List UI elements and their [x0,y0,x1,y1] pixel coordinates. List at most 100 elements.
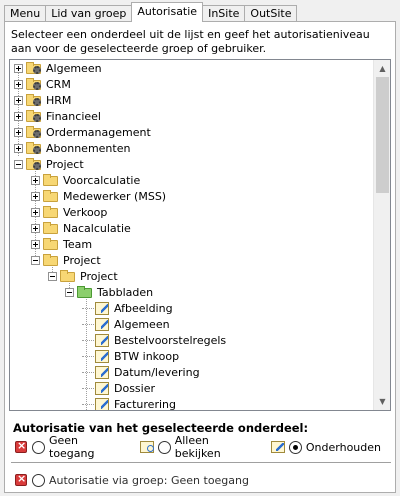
tree-item[interactable]: Algemeen [14,60,102,76]
radio-alleen-bekijken[interactable] [157,440,171,454]
no-access-icon [13,472,29,487]
collapse-minus-icon[interactable] [48,271,57,281]
tree-item-label: Verkoop [63,205,108,219]
tree-item-label: Team [63,237,93,251]
tree-item[interactable]: Project [14,156,84,172]
tree-item-label: Ordermanagement [46,125,151,139]
authorization-tree[interactable]: Algemeen CRM HRM Financieel Ordermanagement A… [9,59,391,411]
divider [11,462,391,464]
expand-plus-icon[interactable] [31,175,40,185]
collapse-minus-icon[interactable] [65,287,74,297]
expand-plus-icon[interactable] [31,239,40,249]
tab-menu[interactable]: Menu [4,5,47,22]
folder-icon [43,205,59,219]
scroll-down-arrow-icon[interactable]: ▼ [374,393,390,410]
expand-plus-icon[interactable] [31,191,40,201]
tree-item[interactable]: Voorcalculatie [31,172,140,188]
folder-icon [43,237,59,251]
tree-connector [82,371,94,373]
expand-plus-icon[interactable] [14,127,23,137]
tree-item[interactable]: HRM [14,92,71,108]
option-alleen-bekijken[interactable]: Alleen bekijken [139,434,256,460]
tree-item-label: Voorcalculatie [63,173,141,187]
scrollbar-thumb[interactable] [376,77,389,193]
edit-page-icon [94,365,110,379]
tree-vertical-scrollbar[interactable]: ▲ ▼ [373,60,390,410]
tree-item-label: Project [80,269,118,283]
expand-plus-icon[interactable] [14,79,23,89]
tab-insite[interactable]: InSite [202,5,246,22]
option-geen-toegang[interactable]: Geen toegang [13,434,125,460]
expand-plus-icon[interactable] [14,111,23,121]
tree-item[interactable]: Project [31,252,101,268]
edit-page-icon [94,317,110,331]
instructions-text: Selecteer een onderdeel uit de lijst en … [11,28,370,55]
tree-item[interactable]: Team [31,236,92,252]
collapse-minus-icon[interactable] [14,159,23,169]
option-label: Alleen bekijken [174,434,221,460]
tab-outsite[interactable]: OutSite [244,5,298,22]
tree-item-label: CRM [46,77,71,91]
tree-item-label: Financieel [46,109,101,123]
option-onderhouden[interactable]: Onderhouden [270,440,381,454]
edit-page-icon [94,301,110,315]
scroll-up-arrow-icon[interactable]: ▲ [374,60,390,77]
tree-connector [82,307,94,309]
gear-folder-icon [26,157,42,171]
tree-item[interactable]: Dossier [82,380,155,396]
tree-item-label: Facturering [114,397,176,411]
tree-item[interactable]: Ordermanagement [14,124,151,140]
edit-page-icon [94,381,110,395]
tree-item[interactable]: Project [48,268,118,284]
tree-item[interactable]: Nacalculatie [31,220,131,236]
tree-item[interactable]: Medewerker (MSS) [31,188,166,204]
collapse-minus-icon[interactable] [31,255,40,265]
tab-lid-van-groep[interactable]: Lid van groep [45,5,133,22]
radio-via-groep[interactable] [32,473,45,487]
radio-geen-toegang[interactable] [32,440,45,454]
tree-item[interactable]: Financieel [14,108,101,124]
expand-plus-icon[interactable] [31,207,40,217]
expand-plus-icon[interactable] [31,223,40,233]
gear-folder-icon [26,125,42,139]
tree-item[interactable]: Afbeelding [82,300,173,316]
tree-item-label: Dossier [114,381,156,395]
tree-item[interactable]: Datum/levering [82,364,200,380]
tree-connector [82,355,94,357]
tree-item-label: Project [63,253,101,267]
radio-onderhouden[interactable] [288,440,302,454]
expand-plus-icon[interactable] [14,143,23,153]
tree-item[interactable]: Verkoop [31,204,107,220]
tree-item-label: Nacalculatie [63,221,131,235]
tree-item[interactable]: Facturering [82,396,176,410]
folder-icon [43,221,59,235]
folder-icon [43,173,59,187]
option-label: Autorisatie via groep: Geen toegang [49,473,249,487]
folder-icon [43,253,59,267]
expand-plus-icon[interactable] [14,95,23,105]
edit-icon [270,440,286,454]
authorization-options: Geen toegang Alleen bekijken Onderhouden [13,434,395,460]
tree-item-label: Algemeen [114,317,170,331]
tree-item[interactable]: CRM [14,76,71,92]
tree-item[interactable]: Bestelvoorstelregels [82,332,226,348]
edit-page-icon [94,333,110,347]
tree-item-label: Abonnementen [46,141,131,155]
tree-item-label: BTW inkoop [114,349,180,363]
folder-icon [60,269,76,283]
edit-page-icon [94,397,110,410]
tree-item-label: Afbeelding [114,301,173,315]
tree-connector [82,403,94,405]
tab-autorisatie[interactable]: Autorisatie [131,2,204,22]
folder-icon [43,189,59,203]
tree-item[interactable]: Abonnementen [14,140,130,156]
tree-connector [82,387,94,389]
expand-plus-icon[interactable] [14,63,23,73]
tree-connector [82,323,94,325]
tree-item[interactable]: Tabbladen [65,284,153,300]
option-via-groep[interactable]: Autorisatie via groep: Geen toegang [13,471,249,489]
tree-item[interactable]: BTW inkoop [82,348,179,364]
green-folder-icon [77,285,93,299]
tree-item[interactable]: Algemeen [82,316,170,332]
tree-item-label: Tabbladen [97,285,154,299]
